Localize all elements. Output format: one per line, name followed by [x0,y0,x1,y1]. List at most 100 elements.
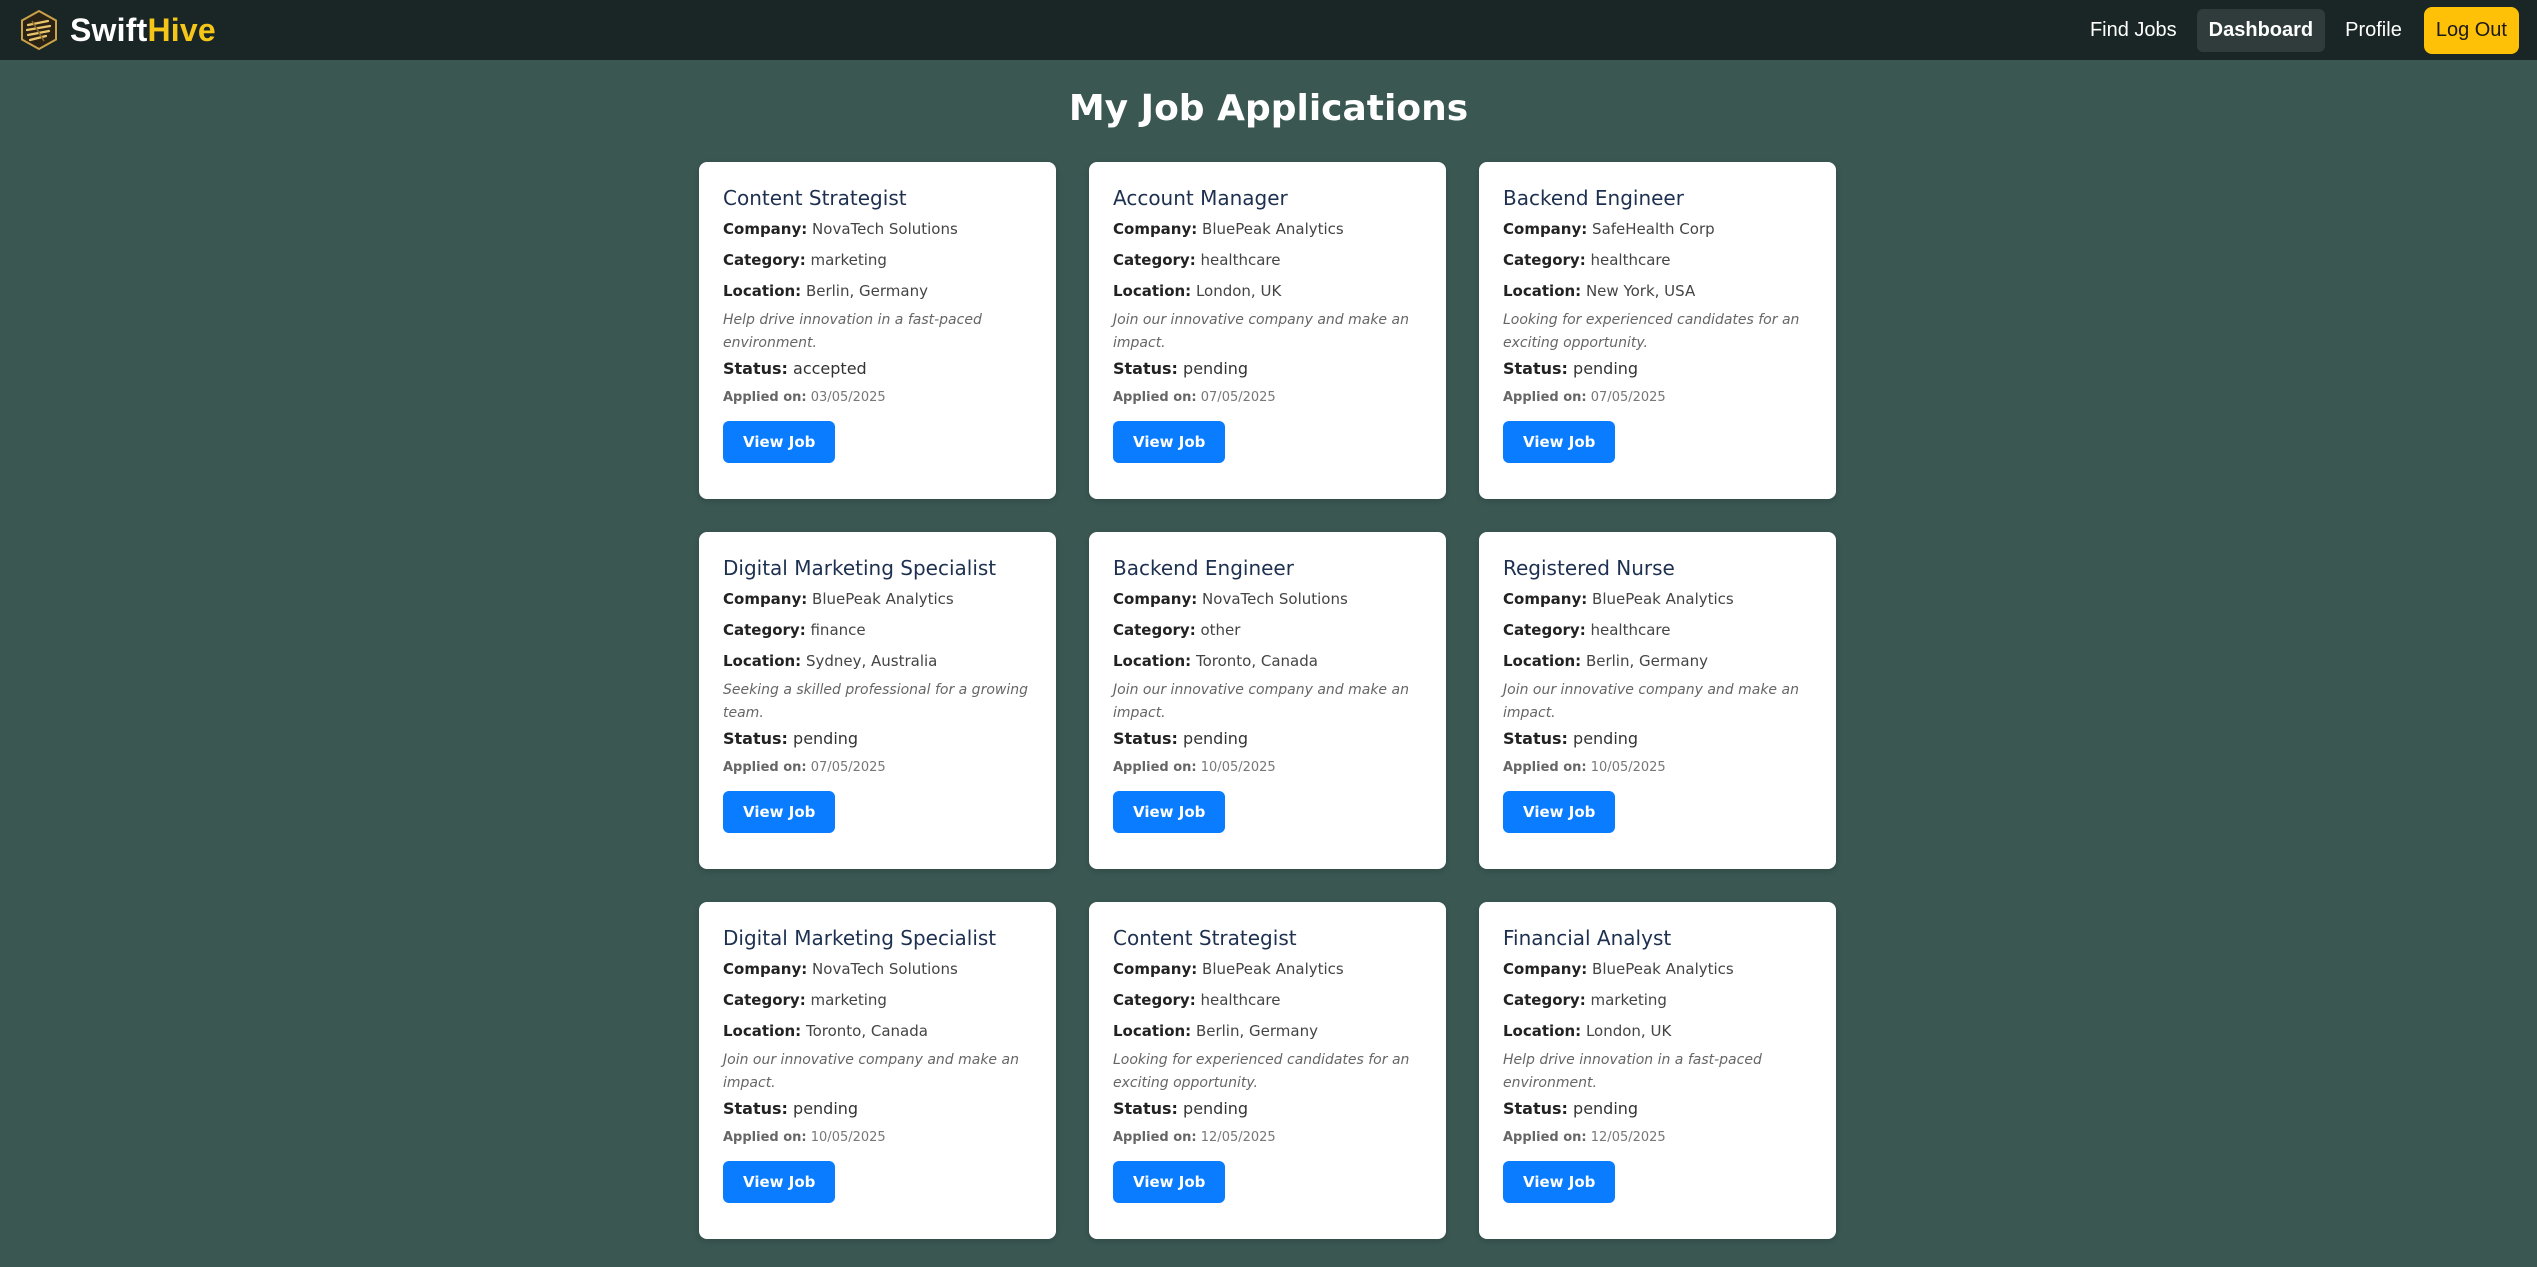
category-value: finance [810,621,866,639]
location-field: Location: Berlin, Germany [723,282,1032,300]
job-title: Content Strategist [723,186,907,210]
status-label: Status: [1113,729,1178,748]
category-label: Category: [1113,991,1196,1009]
applied-label: Applied on: [1113,1130,1197,1145]
brand[interactable]: SwiftHive [18,9,216,51]
nav-profile-link[interactable]: Profile [2333,9,2414,52]
category-field: Category: healthcare [1113,991,1422,1009]
category-label: Category: [1503,991,1586,1009]
application-card: Registered Nurse Company: BluePeak Analy… [1479,532,1836,869]
view-job-button[interactable]: View Job [1503,421,1616,463]
logout-button[interactable]: Log Out [2423,6,2519,54]
company-field: Company: NovaTech Solutions [723,960,1032,978]
category-label: Category: [1503,251,1586,269]
location-value: Toronto, Canada [1195,652,1318,670]
category-value: marketing [810,991,887,1009]
job-description: Seeking a skilled professional for a gro… [723,682,1028,721]
job-title: Registered Nurse [1503,556,1675,580]
company-value: SafeHealth Corp [1592,220,1715,238]
company-field: Company: NovaTech Solutions [723,220,1032,238]
location-label: Location: [1503,282,1582,300]
category-label: Category: [1113,621,1196,639]
category-field: Category: healthcare [1503,251,1812,269]
applied-label: Applied on: [1503,760,1587,775]
category-value: healthcare [1200,991,1281,1009]
nav-dashboard-link[interactable]: Dashboard [2196,8,2326,52]
application-card: Digital Marketing Specialist Company: Bl… [699,532,1056,869]
view-job-button[interactable]: View Job [1113,791,1226,833]
location-label: Location: [1503,1022,1582,1040]
location-field: Location: London, UK [1113,282,1422,300]
job-title: Account Manager [1113,186,1288,210]
status-label: Status: [1113,359,1178,378]
status-value: pending [1573,729,1639,748]
category-value: marketing [1590,991,1667,1009]
company-value: BluePeak Analytics [1202,220,1344,238]
location-label: Location: [723,1022,802,1040]
view-job-button[interactable]: View Job [723,791,836,833]
applied-date-field: Applied on: 07/05/2025 [1113,390,1422,405]
company-value: NovaTech Solutions [812,960,958,978]
applied-date-field: Applied on: 10/05/2025 [723,1130,1032,1145]
top-navbar: SwiftHive Find Jobs Dashboard Profile Lo… [0,0,2537,60]
category-label: Category: [723,251,806,269]
status-field: Status: pending [1113,729,1422,748]
view-job-button[interactable]: View Job [723,421,836,463]
location-label: Location: [723,282,802,300]
hexagon-hive-logo-icon [21,9,57,51]
status-value: accepted [793,359,867,378]
applied-label: Applied on: [1503,1130,1587,1145]
job-description: Join our innovative company and make an … [1113,682,1409,721]
applied-date-field: Applied on: 12/05/2025 [1113,1130,1422,1145]
company-field: Company: BluePeak Analytics [723,590,1032,608]
category-value: healthcare [1590,621,1671,639]
location-field: Location: London, UK [1503,1022,1812,1040]
applied-date-value: 10/05/2025 [1590,760,1666,775]
applied-date-field: Applied on: 10/05/2025 [1503,760,1812,775]
category-value: other [1200,621,1241,639]
company-field: Company: BluePeak Analytics [1113,220,1422,238]
job-title: Digital Marketing Specialist [723,926,997,950]
applied-label: Applied on: [1113,390,1197,405]
category-field: Category: marketing [723,991,1032,1009]
page-title: My Job Applications [1068,88,1469,129]
location-label: Location: [723,652,802,670]
status-field: Status: pending [1503,1099,1812,1118]
view-job-button[interactable]: View Job [1113,421,1226,463]
view-job-button[interactable]: View Job [1503,1161,1616,1203]
status-label: Status: [1113,1099,1178,1118]
applied-date-field: Applied on: 12/05/2025 [1503,1130,1812,1145]
application-card: Content Strategist Company: NovaTech Sol… [699,162,1056,499]
nav-find-jobs-link[interactable]: Find Jobs [2078,9,2189,52]
company-value: BluePeak Analytics [1202,960,1344,978]
company-label: Company: [1503,960,1588,978]
applied-label: Applied on: [1113,760,1197,775]
job-description: Help drive innovation in a fast-paced en… [723,312,982,351]
company-label: Company: [723,590,808,608]
view-job-button[interactable]: View Job [1503,791,1616,833]
location-label: Location: [1113,652,1192,670]
location-field: Location: Sydney, Australia [723,652,1032,670]
brand-name-part1: Swift [70,11,148,48]
location-value: New York, USA [1585,282,1696,300]
brand-name-part2: Hive [147,11,216,48]
location-field: Location: Toronto, Canada [1113,652,1422,670]
category-field: Category: healthcare [1113,251,1422,269]
applied-label: Applied on: [1503,390,1587,405]
view-job-button[interactable]: View Job [1113,1161,1226,1203]
applied-date-value: 12/05/2025 [1590,1130,1666,1145]
applied-date-field: Applied on: 07/05/2025 [723,760,1032,775]
application-card: Backend Engineer Company: NovaTech Solut… [1089,532,1446,869]
company-label: Company: [1503,590,1588,608]
company-field: Company: SafeHealth Corp [1503,220,1812,238]
company-value: BluePeak Analytics [812,590,954,608]
applied-date-value: 03/05/2025 [810,390,886,405]
status-field: Status: pending [1113,359,1422,378]
status-field: Status: accepted [723,359,1032,378]
company-field: Company: BluePeak Analytics [1113,960,1422,978]
view-job-button[interactable]: View Job [723,1161,836,1203]
applications-grid: Content Strategist Company: NovaTech Sol… [699,162,1836,1239]
company-value: BluePeak Analytics [1592,590,1734,608]
job-title: Content Strategist [1113,926,1297,950]
location-label: Location: [1113,1022,1192,1040]
